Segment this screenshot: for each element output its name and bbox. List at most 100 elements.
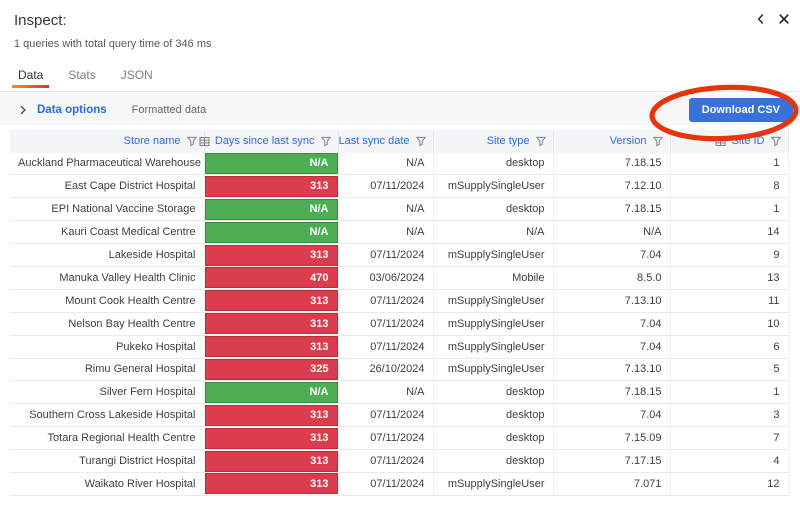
days-since-sync-badge: 313 [205,176,338,197]
cell-site-type: Mobile [433,266,553,289]
filter-icon[interactable] [770,135,782,147]
cell-site-type: mSupplySingleUser [433,358,553,381]
cell-last-sync-date: N/A [338,381,433,404]
cell-days-since-last-sync: N/A [204,153,338,175]
col-header-store-name[interactable]: Store name [10,130,204,153]
close-button[interactable] [777,12,791,26]
chevron-right-icon [18,105,28,115]
cell-last-sync-date: 07/11/2024 [338,312,433,335]
cell-version: 7.15.09 [553,427,670,450]
cell-site-type: mSupplySingleUser [433,335,553,358]
col-header-label: Site ID [731,135,764,147]
cell-days-since-last-sync: 470 [204,266,338,289]
days-since-sync-badge: N/A [205,382,338,403]
cell-days-since-last-sync: 313 [204,244,338,267]
cell-site-id: 6 [670,335,788,358]
cell-store-name: Nelson Bay Health Centre [10,312,204,335]
cell-days-since-last-sync: 313 [204,175,338,198]
cell-site-type: mSupplySingleUser [433,312,553,335]
cell-last-sync-date: 07/11/2024 [338,450,433,473]
cell-site-id: 9 [670,244,788,267]
table-row: Totara Regional Health Centre31307/11/20… [10,427,788,450]
col-header-label: Last sync date [339,135,410,147]
col-header-last-sync-date[interactable]: Last sync date [338,130,433,153]
cell-days-since-last-sync: 313 [204,404,338,427]
filter-icon[interactable] [415,135,427,147]
data-table-wrap: Store name Days since last sync Last sync … [10,130,790,496]
cell-days-since-last-sync: N/A [204,221,338,244]
cell-site-type: desktop [433,450,553,473]
col-header-label: Site type [487,135,530,147]
cell-version: 7.04 [553,244,670,267]
cell-version: 7.17.15 [553,450,670,473]
col-header-label: Days since last sync [215,135,315,147]
cell-store-name: Totara Regional Health Centre [10,427,204,450]
filter-icon[interactable] [186,135,198,147]
cell-site-id: 14 [670,221,788,244]
filter-icon[interactable] [320,135,332,147]
cell-site-id: 11 [670,289,788,312]
cell-site-id: 7 [670,427,788,450]
cell-site-type: mSupplySingleUser [433,175,553,198]
cell-store-name: Auckland Pharmaceutical Warehouse [10,153,204,175]
days-since-sync-badge: 470 [205,267,338,288]
filter-icon[interactable] [535,135,547,147]
cell-version: 7.18.15 [553,153,670,175]
days-since-sync-badge: N/A [205,222,338,243]
gel-grid-icon [199,136,210,147]
data-table: Store name Days since last sync Last sync … [10,130,789,496]
days-since-sync-badge: 313 [205,405,338,426]
table-row: Lakeside Hospital31307/11/2024mSupplySin… [10,244,788,267]
tab-stats[interactable]: Stats [62,68,101,91]
collapse-panel-button[interactable] [754,12,768,26]
tab-data[interactable]: Data [12,68,49,91]
cell-version: N/A [553,221,670,244]
download-csv-button[interactable]: Download CSV [689,98,793,122]
table-row: Silver Fern HospitalN/AN/Adesktop7.18.15… [10,381,788,404]
table-row: Mount Cook Health Centre31307/11/2024mSu… [10,289,788,312]
cell-store-name: Mount Cook Health Centre [10,289,204,312]
cell-last-sync-date: 07/11/2024 [338,427,433,450]
days-since-sync-badge: 313 [205,245,338,266]
cell-version: 7.18.15 [553,381,670,404]
cell-last-sync-date: N/A [338,153,433,175]
cell-store-name: Rimu General Hospital [10,358,204,381]
table-row: EPI National Vaccine StorageN/AN/Adeskto… [10,198,788,221]
cell-last-sync-date: 07/11/2024 [338,335,433,358]
cell-version: 7.12.10 [553,175,670,198]
cell-store-name: Turangi District Hospital [10,450,204,473]
days-since-sync-badge: 313 [205,473,338,494]
close-icon [778,13,790,25]
cell-site-type: desktop [433,404,553,427]
tab-json[interactable]: JSON [115,68,159,91]
cell-store-name: Pukeko Hospital [10,335,204,358]
cell-store-name: EPI National Vaccine Storage [10,198,204,221]
cell-site-type: mSupplySingleUser [433,289,553,312]
cell-last-sync-date: N/A [338,221,433,244]
data-options-toggle[interactable]: Data options [18,104,107,116]
col-header-label: Version [610,135,647,147]
days-since-sync-badge: 313 [205,290,338,311]
cell-site-type: desktop [433,427,553,450]
cell-site-id: 13 [670,266,788,289]
table-row: Turangi District Hospital31307/11/2024de… [10,450,788,473]
inspect-header: Inspect: 1 queries with total query time… [0,0,800,50]
cell-site-type: desktop [433,198,553,221]
cell-version: 7.071 [553,472,670,495]
cell-store-name: Southern Cross Lakeside Hospital [10,404,204,427]
col-header-site-type[interactable]: Site type [433,130,553,153]
days-since-sync-badge: 313 [205,428,338,449]
col-header-site-id[interactable]: Site ID [670,130,788,153]
cell-days-since-last-sync: 313 [204,472,338,495]
cell-days-since-last-sync: 313 [204,427,338,450]
filter-icon[interactable] [652,135,664,147]
col-header-days-since-last-sync[interactable]: Days since last sync [204,130,338,153]
cell-store-name: Lakeside Hospital [10,244,204,267]
table-header-row: Store name Days since last sync Last sync … [10,130,788,153]
window-controls [754,12,791,26]
table-row: Kauri Coast Medical CentreN/AN/AN/AN/A14 [10,221,788,244]
cell-days-since-last-sync: 313 [204,335,338,358]
days-since-sync-badge: 313 [205,336,338,357]
col-header-version[interactable]: Version [553,130,670,153]
cell-store-name: Waikato River Hospital [10,472,204,495]
